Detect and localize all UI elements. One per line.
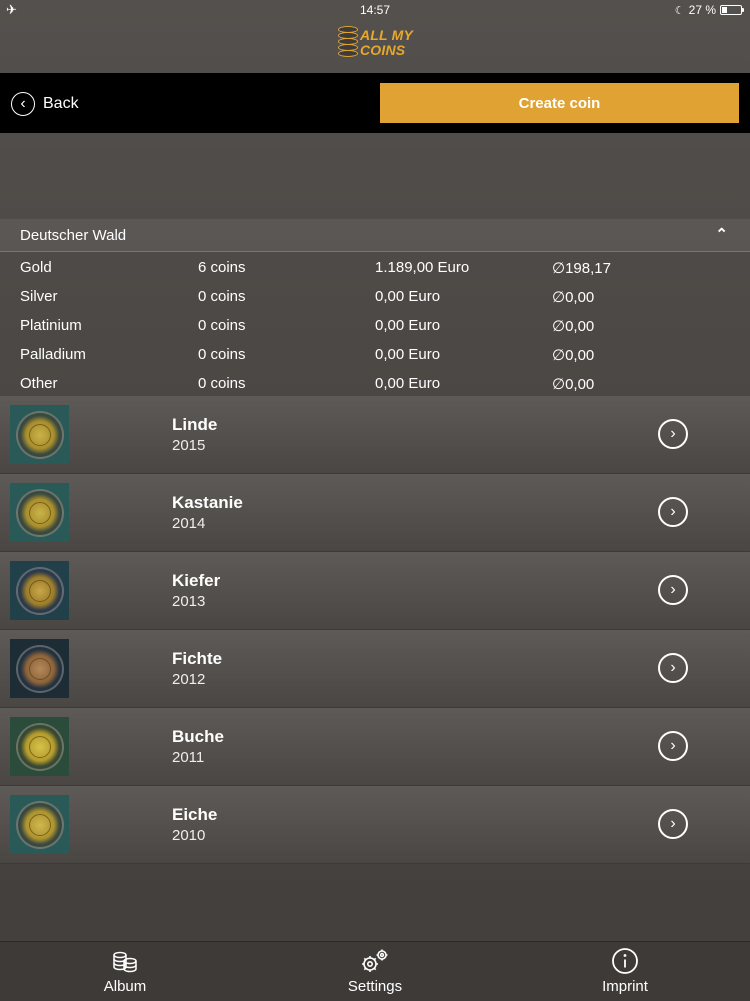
stat-coins: 6 coins — [198, 259, 246, 276]
gears-icon — [360, 946, 390, 976]
back-label: Back — [43, 95, 79, 112]
stat-row-platinium: Platinium 0 coins 0,00 Euro ∅0,00 — [0, 310, 750, 339]
coin-thumbnail — [10, 639, 69, 698]
coin-name: Kiefer — [172, 571, 221, 590]
collection-title: Deutscher Wald — [20, 227, 127, 244]
stat-coins: 0 coins — [198, 346, 246, 363]
coin-year: 2010 — [172, 827, 206, 844]
tab-settings-label: Settings — [347, 978, 403, 995]
chevron-up-icon[interactable]: ⌃ — [715, 225, 728, 243]
coin-row-kiefer[interactable]: Kiefer 2013 › — [0, 552, 750, 630]
coin-thumbnail — [10, 405, 69, 464]
stat-row-palladium: Palladium 0 coins 0,00 Euro ∅0,00 — [0, 339, 750, 368]
chevron-right-circle-icon[interactable]: › — [658, 419, 688, 449]
coin-name: Kastanie — [172, 493, 243, 512]
stat-metal: Silver — [20, 288, 58, 305]
back-button[interactable]: ‹ Back — [11, 90, 79, 118]
coin-row-linde[interactable]: Linde 2015 › — [0, 396, 750, 474]
stat-metal: Gold — [20, 259, 52, 276]
status-time: 14:57 — [359, 3, 391, 17]
chevron-right-circle-icon[interactable]: › — [658, 731, 688, 761]
tab-album[interactable]: Album — [45, 942, 205, 1001]
stat-value: 1.189,00 Euro — [375, 259, 470, 276]
chevron-right-circle-icon[interactable]: › — [658, 497, 688, 527]
tab-bar: Album Settings Imprint — [0, 941, 750, 1001]
stat-average: ∅0,00 — [552, 347, 595, 364]
status-right: ☾ 27 % — [674, 3, 744, 17]
chevron-left-icon: ‹ — [11, 92, 35, 116]
status-bar: ✈ 14:57 ☾ 27 % — [0, 0, 750, 20]
stat-coins: 0 coins — [198, 375, 246, 392]
stat-coins: 0 coins — [198, 317, 246, 334]
stat-row-gold: Gold 6 coins 1.189,00 Euro ∅198,17 — [0, 252, 750, 281]
logo-line-2: COINS — [360, 42, 406, 58]
coin-year: 2012 — [172, 671, 206, 688]
coin-thumbnail — [10, 561, 69, 620]
coin-year: 2011 — [172, 749, 205, 766]
tab-imprint-label: Imprint — [602, 978, 648, 995]
stat-metal: Platinium — [20, 317, 82, 334]
coin-thumbnail — [10, 483, 69, 542]
coin-thumbnail — [10, 717, 69, 776]
logo-line-1: ALL MY — [360, 27, 414, 43]
coin-year: 2014 — [172, 515, 206, 532]
logo-text: ALL MY COINS — [360, 28, 413, 58]
metal-stats-table: Gold 6 coins 1.189,00 Euro ∅198,17 Silve… — [0, 252, 750, 397]
coin-row-fichte[interactable]: Fichte 2012 › — [0, 630, 750, 708]
battery-percent: 27 % — [688, 3, 716, 17]
stat-metal: Palladium — [20, 346, 86, 363]
stat-value: 0,00 Euro — [375, 375, 441, 392]
chevron-right-circle-icon[interactable]: › — [658, 653, 688, 683]
do-not-disturb-icon: ☾ — [674, 4, 685, 17]
coin-row-buche[interactable]: Buche 2011 › — [0, 708, 750, 786]
coin-stack-logo-icon — [338, 26, 358, 60]
coin-row-kastanie[interactable]: Kastanie 2014 › — [0, 474, 750, 552]
stat-coins: 0 coins — [198, 288, 246, 305]
stat-row-silver: Silver 0 coins 0,00 Euro ∅0,00 — [0, 281, 750, 310]
chevron-right-circle-icon[interactable]: › — [658, 809, 688, 839]
stat-metal: Other — [20, 375, 58, 392]
stat-average: ∅0,00 — [552, 289, 595, 306]
tab-album-label: Album — [103, 978, 147, 995]
coin-name: Linde — [172, 415, 218, 434]
collection-section-header[interactable]: Deutscher Wald ⌃ — [0, 219, 750, 252]
stat-value: 0,00 Euro — [375, 346, 441, 363]
stat-value: 0,00 Euro — [375, 288, 441, 305]
coin-name: Buche — [172, 727, 224, 746]
battery-fill — [722, 7, 727, 13]
chevron-right-circle-icon[interactable]: › — [658, 575, 688, 605]
stat-average: ∅0,00 — [552, 318, 595, 335]
battery-icon — [720, 5, 744, 15]
coin-name: Eiche — [172, 805, 218, 824]
create-coin-button[interactable]: Create coin — [380, 83, 739, 123]
stat-average: ∅198,17 — [552, 260, 611, 277]
coin-thumbnail — [10, 795, 69, 854]
stat-value: 0,00 Euro — [375, 317, 441, 334]
tab-imprint[interactable]: Imprint — [545, 942, 705, 1001]
tab-settings[interactable]: Settings — [295, 942, 455, 1001]
info-icon — [611, 946, 639, 976]
coins-stack-icon — [111, 946, 139, 976]
coin-name: Fichte — [172, 649, 223, 668]
coin-row-eiche[interactable]: Eiche 2010 › — [0, 786, 750, 864]
app-logo: ALL MY COINS — [336, 24, 426, 64]
coin-year: 2015 — [172, 437, 206, 454]
stat-row-other: Other 0 coins 0,00 Euro ∅0,00 — [0, 368, 750, 397]
coin-list: Linde 2015 › Kastanie 2014 › Kiefer 2013… — [0, 396, 750, 864]
coin-year: 2013 — [172, 593, 206, 610]
toolbar: ‹ Back Create coin — [0, 73, 750, 133]
stat-average: ∅0,00 — [552, 376, 595, 393]
